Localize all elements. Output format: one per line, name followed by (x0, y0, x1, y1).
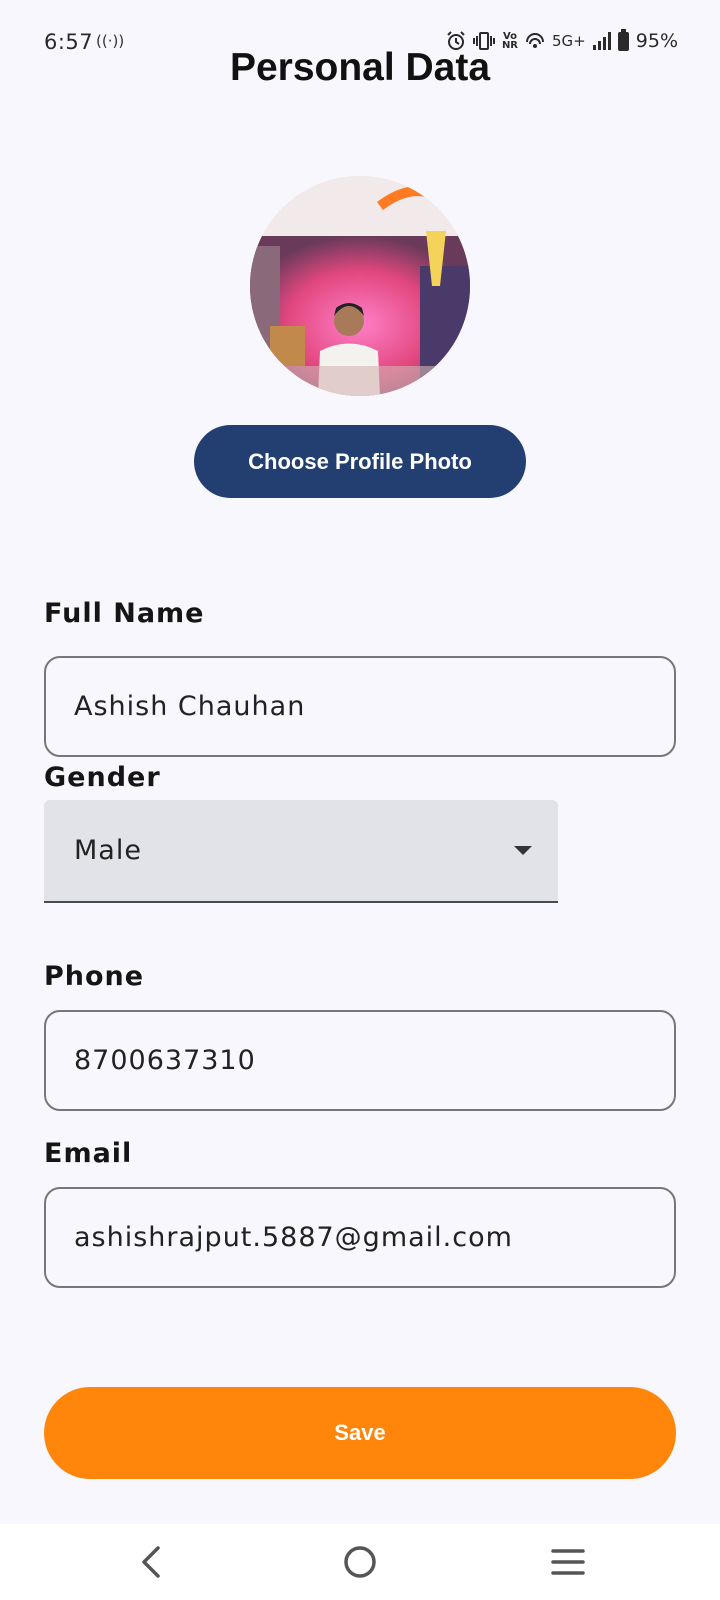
avatar-photo (250, 176, 470, 396)
save-button[interactable]: Save (44, 1387, 676, 1479)
phone-value: 8700637310 (74, 1045, 256, 1076)
back-icon[interactable] (128, 1538, 176, 1586)
dropdown-arrow-icon (514, 846, 532, 855)
gender-dropdown[interactable]: Male (44, 800, 558, 903)
email-field[interactable]: ashishrajput.5887@gmail.com (44, 1187, 676, 1288)
personal-data-screen: 6:57 ((·)) Vo NR 5G+ 95% Personal Data C… (0, 0, 720, 1600)
gender-label: Gender (44, 762, 161, 793)
full-name-field[interactable]: Ashish Chauhan (44, 656, 676, 757)
phone-field[interactable]: 8700637310 (44, 1010, 676, 1111)
gender-value: Male (74, 835, 142, 866)
full-name-label: Full Name (44, 598, 205, 629)
choose-profile-photo-button[interactable]: Choose Profile Photo (194, 425, 526, 498)
email-value: ashishrajput.5887@gmail.com (74, 1222, 513, 1253)
full-name-value: Ashish Chauhan (74, 691, 306, 722)
recents-icon[interactable] (544, 1538, 592, 1586)
profile-avatar[interactable] (250, 176, 470, 396)
phone-label: Phone (44, 961, 145, 992)
page-title: Personal Data (229, 46, 491, 89)
system-nav-bar (0, 1524, 720, 1600)
email-label: Email (44, 1138, 133, 1169)
home-icon[interactable] (336, 1538, 384, 1586)
